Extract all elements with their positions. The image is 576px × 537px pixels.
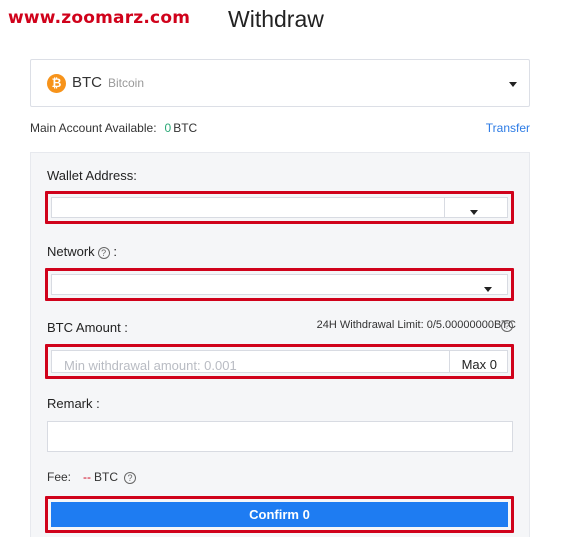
confirm-highlight: Confirm 0: [45, 496, 514, 533]
help-icon[interactable]: ?: [97, 246, 110, 259]
site-watermark: www.zoomarz.com: [8, 8, 191, 28]
network-select[interactable]: [51, 274, 508, 295]
max-button[interactable]: Max 0: [462, 357, 497, 372]
page-title: Withdraw: [228, 6, 324, 32]
available-balance: Main Account Available: 0 BTC: [30, 121, 197, 135]
help-icon[interactable]: ?: [124, 471, 137, 484]
available-value: 0: [164, 121, 172, 135]
amount-input[interactable]: Min withdrawal amount: 0.001 Max 0: [51, 350, 508, 373]
chevron-down-icon[interactable]: [470, 210, 478, 215]
bitcoin-icon: ₿: [47, 74, 66, 93]
fee-row: Fee: -- BTC?: [47, 470, 137, 484]
wallet-address-label: Wallet Address:: [47, 168, 137, 183]
fee-label: Fee:: [47, 470, 72, 484]
network-label-colon: :: [113, 244, 117, 259]
coin-symbol: BTC: [72, 74, 102, 91]
remark-input[interactable]: [47, 421, 513, 452]
amount-highlight: Min withdrawal amount: 0.001 Max 0: [45, 344, 514, 379]
fee-value: --: [83, 470, 92, 484]
divider: [444, 198, 445, 217]
withdrawal-limit: 24H Withdrawal Limit: 0/5.00000000BTC: [317, 319, 516, 331]
withdrawal-limit-text: 24H Withdrawal Limit: 0/5.00000000BTC: [316, 319, 516, 331]
divider: [449, 351, 450, 372]
confirm-button[interactable]: Confirm 0: [51, 502, 508, 527]
transfer-link[interactable]: Transfer: [486, 121, 530, 135]
network-label: Network? :: [47, 244, 117, 259]
available-label: Main Account Available:: [30, 121, 157, 135]
amount-label: BTC Amount :: [47, 320, 128, 335]
wallet-address-highlight: [45, 191, 514, 224]
help-icon[interactable]: ?: [501, 320, 513, 332]
coin-selector[interactable]: ₿ BTC Bitcoin: [30, 59, 530, 107]
wallet-address-input[interactable]: [51, 197, 508, 218]
available-unit: BTC: [173, 121, 198, 135]
chevron-down-icon: [484, 287, 492, 292]
remark-label: Remark :: [47, 396, 100, 411]
coin-name: Bitcoin: [108, 76, 145, 90]
amount-placeholder: Min withdrawal amount: 0.001: [64, 358, 237, 373]
network-highlight: [45, 268, 514, 301]
network-label-text: Network: [47, 244, 95, 259]
chevron-down-icon: [509, 82, 517, 87]
fee-unit: BTC: [94, 470, 119, 484]
